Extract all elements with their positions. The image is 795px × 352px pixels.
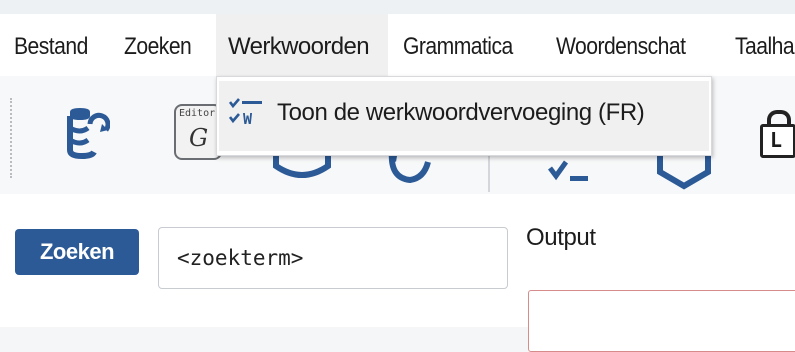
conjugation-checklist-icon: W: [229, 98, 262, 128]
toolbar-separator-2: [488, 156, 490, 192]
shield-icon[interactable]: [656, 152, 712, 192]
output-box[interactable]: [528, 290, 795, 352]
editor-icon-text: Editor: [179, 108, 216, 119]
editor-g-icon[interactable]: Editor G: [174, 104, 222, 160]
checklist-icon[interactable]: [548, 154, 592, 194]
menu-bestand[interactable]: Bestand: [14, 14, 88, 76]
toolbar-separator: [10, 98, 12, 178]
top-strip: [0, 0, 795, 14]
menu-woordenschat[interactable]: Woordenschat: [556, 14, 686, 76]
editor-icon-letter: G: [189, 124, 209, 152]
werkwoorden-dropdown: W Toon de werkwoordvervoeging (FR): [216, 76, 712, 156]
dropdown-icon-letter: W: [243, 110, 253, 128]
search-input[interactable]: [158, 227, 508, 289]
menu-grammatica[interactable]: Grammatica: [403, 14, 513, 76]
menu-taalhulp[interactable]: Taalha: [735, 14, 795, 76]
menubar: Bestand Zoeken Werkwoorden Grammatica Wo…: [0, 14, 795, 76]
search-button[interactable]: Zoeken: [15, 229, 139, 275]
lock-icon-letter: L: [770, 128, 783, 152]
menu-zoeken[interactable]: Zoeken: [124, 14, 192, 76]
database-sync-icon[interactable]: [64, 106, 110, 162]
menu-item-toon-werkwoordvervoeging[interactable]: W Toon de werkwoordvervoeging (FR): [219, 81, 709, 151]
output-label: Output: [526, 224, 596, 251]
lock-l-icon[interactable]: L: [760, 110, 795, 158]
menu-werkwoorden[interactable]: Werkwoorden: [216, 14, 388, 76]
dropdown-item-label: Toon de werkwoordvervoeging (FR): [277, 99, 645, 126]
